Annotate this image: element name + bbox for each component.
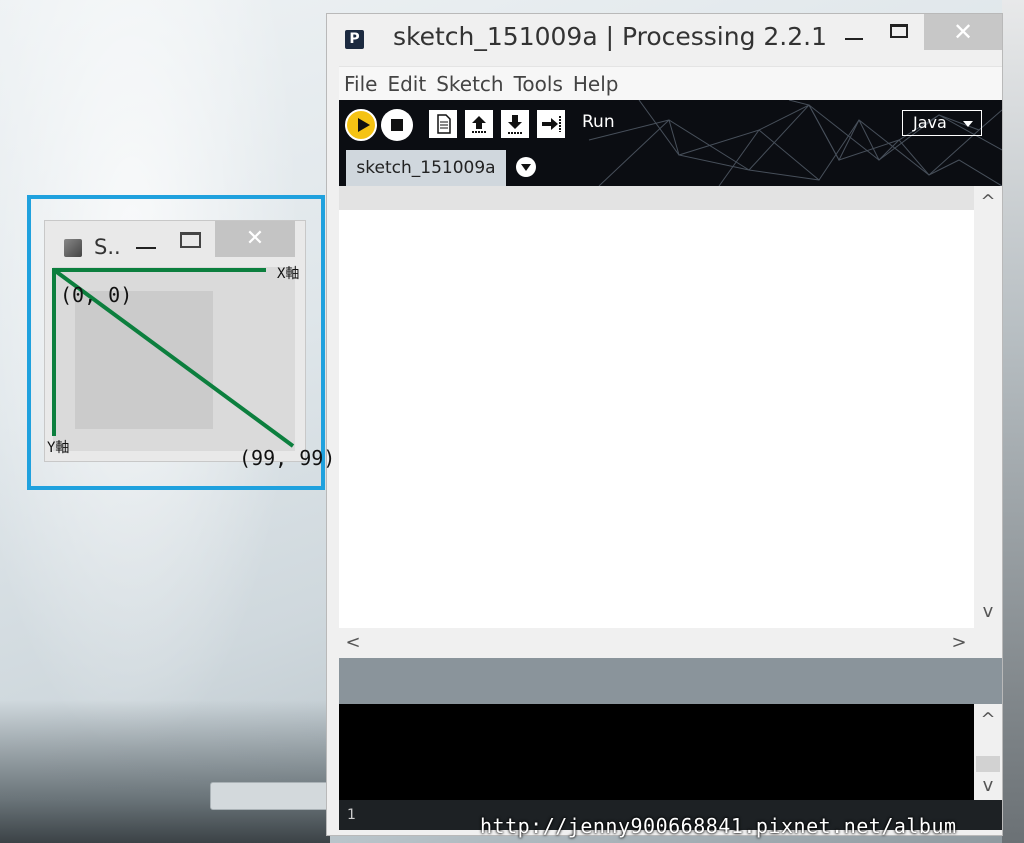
annotation-overlay xyxy=(52,268,295,448)
y-axis-label: Y軸 xyxy=(47,440,70,456)
end-coordinate-label: (99, 99) xyxy=(239,446,336,470)
watermark-url: http://jenny900668841.pixnet.net/album xyxy=(480,814,957,838)
x-axis-label: X軸 xyxy=(277,266,300,282)
origin-coordinate-label: (0, 0) xyxy=(60,283,133,307)
